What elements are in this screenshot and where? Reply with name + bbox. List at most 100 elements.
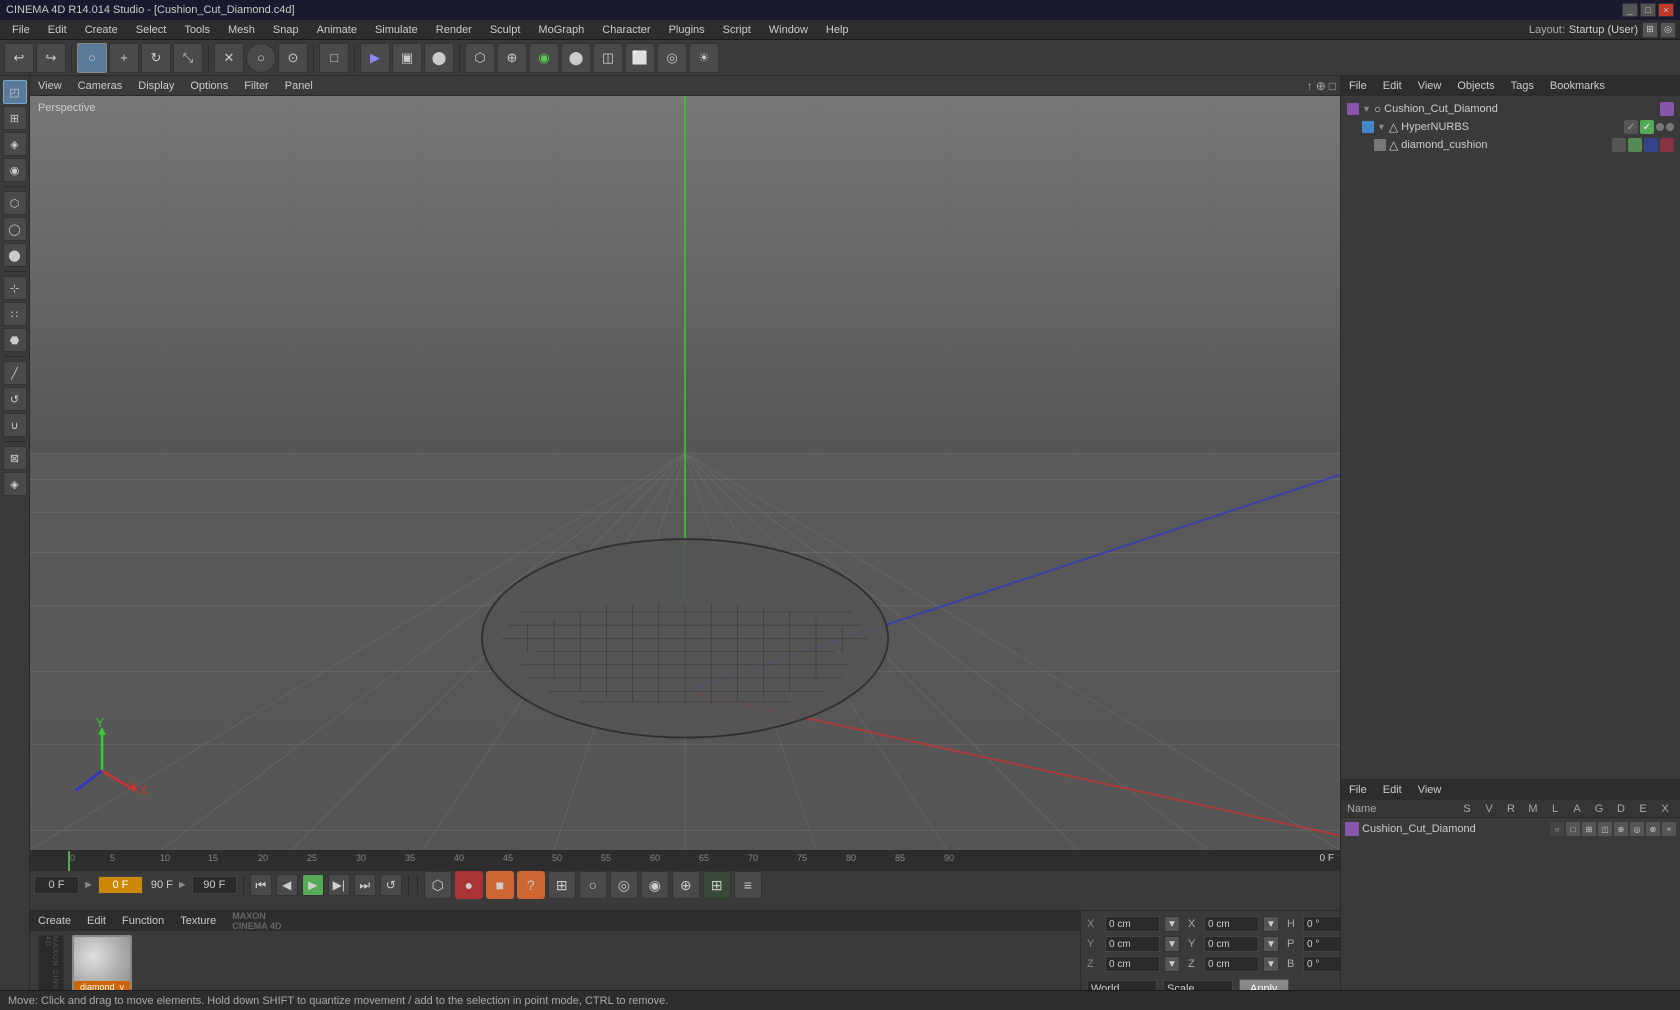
tool-phong[interactable]: ◈ — [3, 132, 27, 156]
attr-icon-7[interactable]: ⊗ — [1646, 822, 1660, 836]
move-button[interactable]: + — [109, 43, 139, 73]
obj-item-cushion[interactable]: ▼ ○ Cushion_Cut_Diamond — [1345, 100, 1676, 118]
objmgr-tags[interactable]: Tags — [1507, 79, 1538, 93]
grid-button[interactable]: ⊞ — [703, 871, 731, 899]
obj-tool-1[interactable]: ✕ — [214, 43, 244, 73]
pos-z-btn[interactable]: ▼ — [1164, 956, 1180, 972]
tool-shading[interactable]: ◉ — [3, 158, 27, 182]
vp-menu-cameras[interactable]: Cameras — [74, 79, 127, 93]
tool-6[interactable]: ◫ — [593, 43, 623, 73]
pos-x-input[interactable] — [1105, 916, 1160, 932]
menu-edit[interactable]: Edit — [40, 22, 75, 38]
tool-knife[interactable]: ╱ — [3, 361, 27, 385]
rotate-button[interactable]: ⤡ — [173, 43, 203, 73]
attr-icon-4[interactable]: ◫ — [1598, 822, 1612, 836]
tool-edges[interactable]: ⬣ — [3, 328, 27, 352]
pos-z-input[interactable] — [1105, 956, 1160, 972]
objmgr-view[interactable]: View — [1414, 79, 1446, 93]
menu-simulate[interactable]: Simulate — [367, 22, 426, 38]
tool-sphere[interactable]: ◯ — [3, 217, 27, 241]
menu-character[interactable]: Character — [594, 22, 658, 38]
material-swatch[interactable]: diamond_v — [72, 935, 132, 995]
keyframe-button[interactable]: ⬡ — [424, 871, 452, 899]
vp-icon-3[interactable]: □ — [1329, 79, 1336, 93]
tool-cube-left[interactable]: ⬡ — [3, 191, 27, 215]
transport-next[interactable]: ▶| — [328, 874, 350, 896]
mat-menu-function[interactable]: Function — [118, 914, 168, 928]
scale-x-btn[interactable]: ▼ — [1263, 916, 1279, 932]
menu-plugins[interactable]: Plugins — [661, 22, 713, 38]
attr-view[interactable]: View — [1414, 783, 1446, 797]
vp-menu-view[interactable]: View — [34, 79, 66, 93]
tool-mesh[interactable]: ⊕ — [497, 43, 527, 73]
tool-points[interactable]: ∷ — [3, 302, 27, 326]
attr-icon-render[interactable]: □ — [1566, 822, 1580, 836]
close-button[interactable]: × — [1658, 3, 1674, 17]
vp-menu-filter[interactable]: Filter — [240, 79, 272, 93]
3d-viewport[interactable]: Y X Perspective — [30, 96, 1340, 850]
scale-z-input[interactable] — [1204, 956, 1259, 972]
vp-menu-display[interactable]: Display — [134, 79, 178, 93]
objmgr-bookmarks[interactable]: Bookmarks — [1546, 79, 1609, 93]
settings-button[interactable]: ≡ — [734, 871, 762, 899]
prim-1[interactable]: □ — [319, 43, 349, 73]
tool-nurbs[interactable]: ◉ — [529, 43, 559, 73]
tool-cylinder[interactable]: ⬤ — [3, 243, 27, 267]
circle-button-4[interactable]: ⊕ — [672, 871, 700, 899]
menu-sculpt[interactable]: Sculpt — [482, 22, 529, 38]
objmgr-edit[interactable]: Edit — [1379, 79, 1406, 93]
current-frame-input[interactable] — [34, 876, 79, 894]
timeline-ruler[interactable]: 0 5 10 15 20 25 30 35 40 45 50 55 60 65 … — [30, 851, 1340, 871]
transport-loop[interactable]: ↺ — [380, 874, 402, 896]
scale-x-input[interactable] — [1204, 916, 1259, 932]
window-controls[interactable]: _ □ × — [1622, 3, 1674, 17]
tool-sculpt-left[interactable]: ◈ — [3, 472, 27, 496]
menu-script[interactable]: Script — [715, 22, 759, 38]
objmgr-file[interactable]: File — [1345, 79, 1371, 93]
scale-button[interactable]: ↻ — [141, 43, 171, 73]
attr-row-cushion[interactable]: Cushion_Cut_Diamond ○ □ ⊞ ◫ ⊕ ◎ ⊗ × — [1345, 820, 1676, 838]
render-button[interactable]: ▶ — [360, 43, 390, 73]
minimize-button[interactable]: _ — [1622, 3, 1638, 17]
pos-y-input[interactable] — [1105, 936, 1160, 952]
scale-y-input[interactable] — [1204, 936, 1259, 952]
mat-menu-edit[interactable]: Edit — [83, 914, 110, 928]
tool-7[interactable]: ⬜ — [625, 43, 655, 73]
tool-perspective[interactable]: ◰ — [3, 80, 27, 104]
circle-button-2[interactable]: ◎ — [610, 871, 638, 899]
tool-loop[interactable]: ↺ — [3, 387, 27, 411]
menu-window[interactable]: Window — [761, 22, 816, 38]
tool-magnet[interactable]: ∪ — [3, 413, 27, 437]
maximize-button[interactable]: □ — [1640, 3, 1656, 17]
undo-button[interactable]: ↩ — [4, 43, 34, 73]
vp-menu-panel[interactable]: Panel — [281, 79, 317, 93]
transport-last[interactable]: ⏭ — [354, 874, 376, 896]
redo-button[interactable]: ↪ — [36, 43, 66, 73]
layout-icon-2[interactable]: ◎ — [1660, 22, 1676, 38]
obj-tool-2[interactable]: ○ — [246, 43, 276, 73]
record-button[interactable]: ● — [455, 871, 483, 899]
render-region-button[interactable]: ▣ — [392, 43, 422, 73]
menu-animate[interactable]: Animate — [309, 22, 365, 38]
transport-play[interactable]: ▶ — [302, 874, 324, 896]
mat-menu-texture[interactable]: Texture — [176, 914, 220, 928]
menu-mesh[interactable]: Mesh — [220, 22, 263, 38]
vp-menu-options[interactable]: Options — [186, 79, 232, 93]
vp-icon-1[interactable]: ↑ — [1307, 79, 1313, 93]
tool-paint[interactable]: ⊠ — [3, 446, 27, 470]
layout-icon-1[interactable]: ⊞ — [1642, 22, 1658, 38]
scale-z-btn[interactable]: ▼ — [1263, 956, 1279, 972]
pos-x-btn[interactable]: ▼ — [1164, 916, 1180, 932]
menu-create[interactable]: Create — [77, 22, 126, 38]
stop-button[interactable]: ■ — [486, 871, 514, 899]
circle-button-1[interactable]: ○ — [579, 871, 607, 899]
tool-5[interactable]: ⬤ — [561, 43, 591, 73]
mat-menu-create[interactable]: Create — [34, 914, 75, 928]
menu-help[interactable]: Help — [818, 22, 857, 38]
attr-edit[interactable]: Edit — [1379, 783, 1406, 797]
max-frame-input[interactable] — [192, 876, 237, 894]
circle-button-3[interactable]: ◉ — [641, 871, 669, 899]
menu-render[interactable]: Render — [428, 22, 480, 38]
transport-first[interactable]: ⏮ — [250, 874, 272, 896]
objmgr-objects[interactable]: Objects — [1453, 79, 1498, 93]
